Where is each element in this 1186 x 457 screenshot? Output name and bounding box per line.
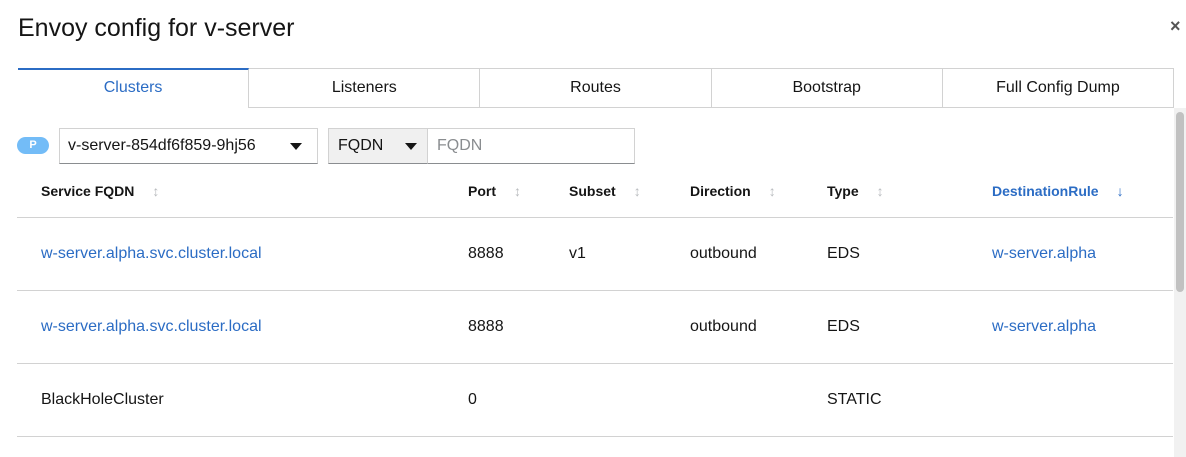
filter-type-select[interactable]: FQDN xyxy=(328,128,428,164)
column-header-type[interactable]: Type ↕ xyxy=(827,165,884,217)
type-cell: EDS xyxy=(827,245,860,262)
port-cell: 0 xyxy=(468,391,477,408)
tab-listeners[interactable]: Listeners xyxy=(249,68,481,108)
sort-icon: ↕ xyxy=(768,183,776,199)
sort-icon: ↕ xyxy=(876,183,884,199)
sort-desc-icon: ↓ xyxy=(1116,183,1124,199)
column-header-destination-rule[interactable]: DestinationRule ↓ xyxy=(992,165,1124,217)
filter-type-value: FQDN xyxy=(338,137,384,154)
destination-rule-link[interactable]: w-server.alpha xyxy=(992,291,1096,363)
service-fqdn-link[interactable]: w-server.alpha.svc.cluster.local xyxy=(41,218,262,290)
sort-icon: ↕ xyxy=(152,183,160,199)
destination-rule-link[interactable]: w-server.alpha xyxy=(992,218,1096,290)
pod-select[interactable]: v-server-854df6f859-9hj56 xyxy=(59,128,318,164)
port-cell: 8888 xyxy=(468,318,504,335)
type-cell: EDS xyxy=(827,318,860,335)
column-header-service-fqdn[interactable]: Service FQDN ↕ xyxy=(41,165,159,217)
sort-icon: ↕ xyxy=(633,183,641,199)
subset-cell: v1 xyxy=(569,245,586,262)
table-row: w-server.alpha.svc.cluster.local 8888 ou… xyxy=(17,291,1173,364)
close-icon[interactable]: × xyxy=(1170,14,1186,38)
direction-cell: outbound xyxy=(690,245,757,262)
column-header-subset[interactable]: Subset ↕ xyxy=(569,165,641,217)
port-cell: 8888 xyxy=(468,245,504,262)
vertical-scrollbar[interactable] xyxy=(1174,108,1186,457)
direction-cell: outbound xyxy=(690,318,757,335)
caret-down-icon xyxy=(405,143,417,150)
caret-down-icon xyxy=(290,143,302,150)
sort-icon: ↕ xyxy=(514,183,521,199)
tab-bootstrap[interactable]: Bootstrap xyxy=(711,68,943,108)
pod-select-value: v-server-854df6f859-9hj56 xyxy=(68,137,256,154)
tab-full-config-dump[interactable]: Full Config Dump xyxy=(942,68,1175,108)
modal-title: Envoy config for v-server xyxy=(18,14,295,42)
type-cell: STATIC xyxy=(827,391,882,408)
service-fqdn-cell: BlackHoleCluster xyxy=(41,391,164,408)
tab-routes[interactable]: Routes xyxy=(480,68,712,108)
column-header-port[interactable]: Port ↕ xyxy=(468,165,521,217)
table-row: w-server.alpha.svc.cluster.local 8888 v1… xyxy=(17,218,1173,291)
service-fqdn-link[interactable]: w-server.alpha.svc.cluster.local xyxy=(41,291,262,363)
pod-badge: P xyxy=(17,137,49,154)
tab-clusters[interactable]: Clusters xyxy=(18,68,250,108)
table-row: BlackHoleCluster 0 STATIC xyxy=(17,364,1173,437)
column-header-direction[interactable]: Direction ↕ xyxy=(690,165,776,217)
clusters-table: Service FQDN ↕ Port ↕ Subset ↕ Direction ↕ T… xyxy=(17,165,1173,437)
fqdn-filter-input[interactable] xyxy=(427,128,635,164)
tab-bar: Clusters Listeners Routes Bootstrap Full… xyxy=(18,68,1175,108)
table-header: Service FQDN ↕ Port ↕ Subset ↕ Direction ↕ T… xyxy=(17,165,1173,218)
scrollbar-thumb[interactable] xyxy=(1176,112,1184,292)
